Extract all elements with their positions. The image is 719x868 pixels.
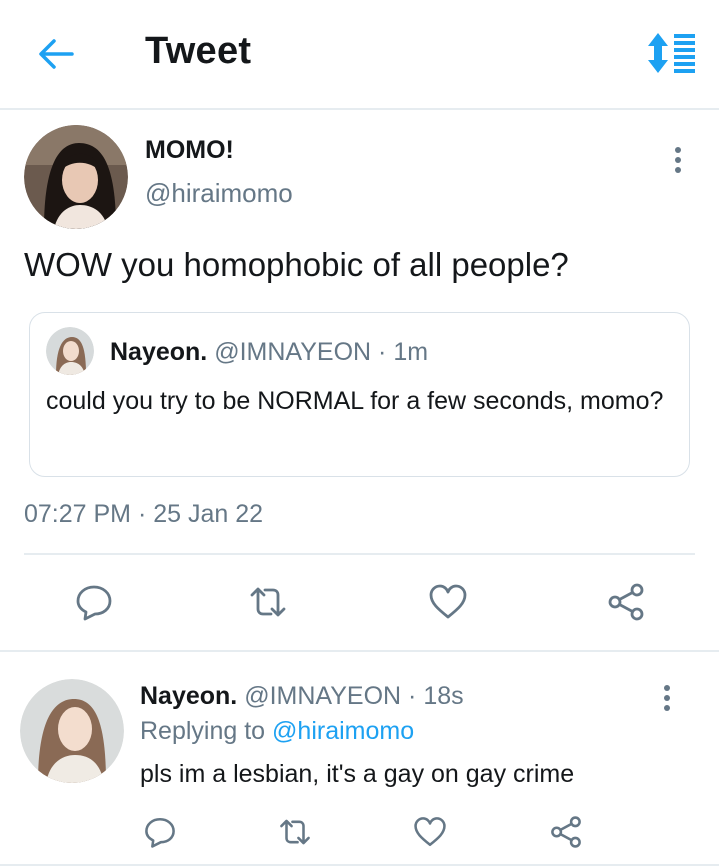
bottom-divider [0,864,719,866]
share-icon[interactable] [606,582,646,622]
quoted-display-name: Nayeon. [110,338,208,366]
avatar[interactable] [24,125,128,229]
sort-icon[interactable] [645,32,697,74]
quoted-time: · 1m [378,338,429,366]
reply-icon[interactable] [74,582,114,622]
divider [24,553,695,555]
share-icon[interactable] [549,815,583,849]
author-handle[interactable]: @hiraimomo [145,178,293,209]
back-arrow-icon[interactable] [36,34,76,74]
retweet-icon[interactable] [248,582,288,622]
replying-to-label: Replying to [140,717,266,745]
reply-icon[interactable] [143,815,177,849]
heart-icon[interactable] [428,582,468,622]
quoted-text: could you try to be NORMAL for a few sec… [46,387,664,415]
reply-display-name[interactable]: Nayeon. [140,682,237,710]
heart-icon[interactable] [413,815,447,849]
quoted-header: Nayeon. @IMNAYEON · 1m [110,338,428,367]
top-bar [0,0,719,110]
more-vertical-icon[interactable] [668,146,688,174]
reply-avatar[interactable] [20,679,124,783]
retweet-icon[interactable] [278,815,312,849]
quoted-avatar [46,327,94,375]
tweet-timestamp: 07:27 PM · 25 Jan 22 [24,500,264,528]
reply-handle[interactable]: @IMNAYEON [244,682,401,710]
tweet-text: WOW you homophobic of all people? [24,246,569,283]
reply-time: · 18s [408,682,464,710]
reply-header: Nayeon. @IMNAYEON · 18s [140,682,464,711]
reply-text: pls im a lesbian, it's a gay on gay crim… [140,760,575,788]
quoted-handle: @IMNAYEON [214,338,372,366]
replying-to: Replying to @hiraimomo [140,717,414,746]
page-title: Tweet [145,30,252,72]
mention-link[interactable]: @hiraimomo [272,717,414,745]
section-divider [0,650,719,652]
author-display-name[interactable]: MOMO! [145,136,234,165]
more-vertical-icon[interactable] [657,684,677,712]
